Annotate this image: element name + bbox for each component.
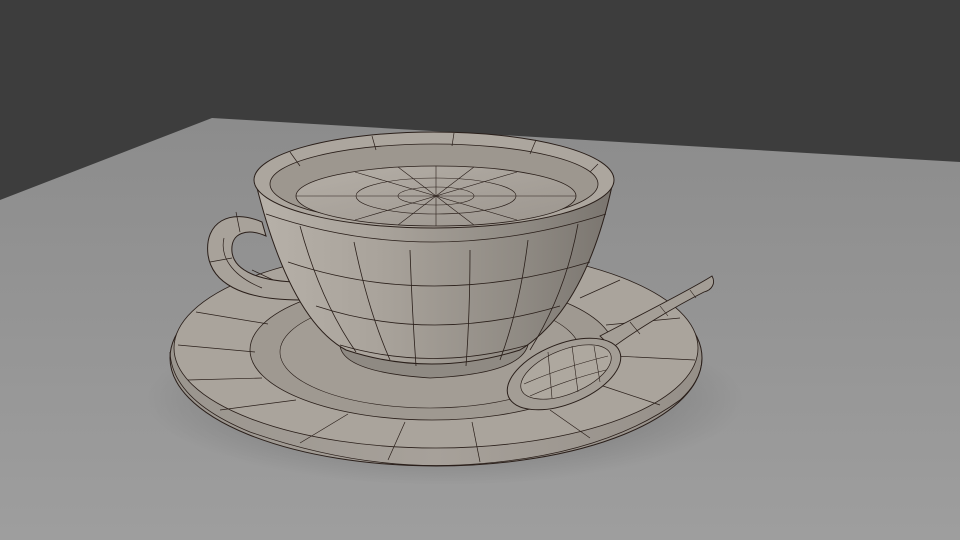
3d-viewport[interactable] [0, 0, 960, 540]
render-canvas [0, 0, 960, 540]
